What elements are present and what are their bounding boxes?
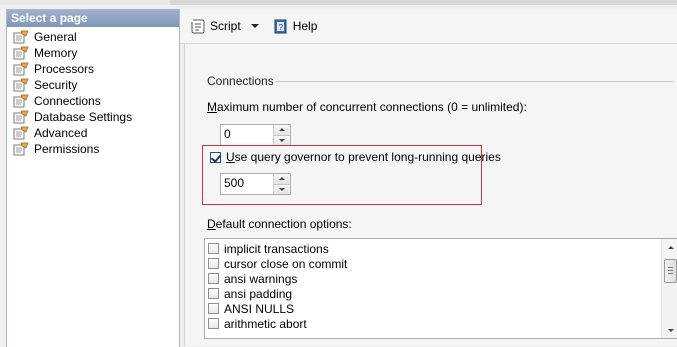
sidebar-item-permissions[interactable]: Permissions <box>7 141 179 157</box>
sidebar-item-label: General <box>34 30 77 44</box>
help-label: Help <box>292 19 318 33</box>
option-label: ansi padding <box>224 286 293 301</box>
page-wrench-icon <box>13 110 29 124</box>
sidebar-item-label: Security <box>34 78 78 92</box>
default-connection-options-list[interactable]: implicit transactions cursor close on co… <box>204 238 677 339</box>
page-list: General Memory Processors Security Conne… <box>7 29 179 157</box>
scroll-down-icon[interactable] <box>662 322 677 338</box>
page-wrench-icon <box>13 62 29 76</box>
connections-section-title: Connections <box>207 74 274 88</box>
list-item[interactable]: ansi padding <box>205 286 677 301</box>
sidebar-item-database-settings[interactable]: Database Settings <box>7 109 179 125</box>
query-governor-value[interactable]: 500 <box>221 174 273 194</box>
option-checkbox[interactable] <box>208 243 219 254</box>
option-label: ANSI NULLS <box>224 301 295 316</box>
list-item[interactable]: ansi warnings <box>205 271 677 286</box>
script-dropdown-arrow[interactable] <box>250 24 259 28</box>
sidebar-item-connections[interactable]: Connections <box>7 93 179 109</box>
sidebar-item-label: Permissions <box>34 142 100 156</box>
default-options-label: Default connection options: <box>207 217 352 231</box>
query-governor-spinner[interactable]: 500 <box>220 173 291 195</box>
option-label: cursor close on commit <box>224 256 348 271</box>
sidebar-item-label: Advanced <box>34 126 88 140</box>
svg-text:?: ? <box>278 23 283 32</box>
option-checkbox[interactable] <box>208 318 219 329</box>
max-connections-value[interactable]: 0 <box>221 125 273 145</box>
query-governor-checkbox[interactable] <box>210 151 221 163</box>
list-item[interactable]: ANSI NULLS <box>205 301 677 316</box>
sidebar-item-processors[interactable]: Processors <box>7 61 179 77</box>
list-item[interactable]: cursor close on commit <box>205 256 677 271</box>
option-label: implicit transactions <box>224 241 329 256</box>
window-top-strip <box>0 0 677 5</box>
option-checkbox[interactable] <box>208 273 219 284</box>
toolbar: Script ? Help <box>180 9 677 44</box>
query-governor-option[interactable]: Use query governor to prevent long-runni… <box>210 150 501 164</box>
spinner-up-button[interactable] <box>274 125 290 135</box>
script-label: Script <box>210 19 241 33</box>
page-content-pane: Script ? Help Connections Maximum number… <box>180 9 677 346</box>
page-wrench-icon <box>13 126 29 140</box>
section-divider <box>276 81 674 82</box>
option-checkbox[interactable] <box>208 258 219 269</box>
connections-panel: Connections Maximum number of concurrent… <box>184 44 677 346</box>
sidebar-item-security[interactable]: Security <box>7 77 179 93</box>
spinner-down-button[interactable] <box>274 134 290 145</box>
option-checkbox[interactable] <box>208 303 219 314</box>
option-checkbox[interactable] <box>208 288 219 299</box>
option-label: ansi warnings <box>224 271 298 286</box>
help-button[interactable]: ? Help <box>271 15 320 37</box>
page-selector-pane: Select a page General Memory Processors … <box>6 9 180 347</box>
script-icon <box>190 18 210 34</box>
scroll-up-icon[interactable] <box>662 239 677 255</box>
sidebar-item-memory[interactable]: Memory <box>7 45 179 61</box>
sidebar-item-label: Database Settings <box>34 110 133 124</box>
options-scrollbar[interactable] <box>661 239 677 338</box>
option-label: arithmetic abort <box>224 316 307 331</box>
sidebar-item-label: Connections <box>34 94 101 108</box>
sidebar-item-label: Processors <box>34 62 95 76</box>
max-connections-label: Maximum number of concurrent connections… <box>207 100 527 114</box>
list-item[interactable]: implicit transactions <box>205 241 677 256</box>
help-book-icon: ? <box>273 18 293 34</box>
spinner-down-button[interactable] <box>274 183 290 194</box>
max-connections-spinner[interactable]: 0 <box>220 124 291 146</box>
query-governor-label: Use query governor to prevent long-runni… <box>226 150 501 164</box>
scrollbar-thumb[interactable] <box>664 259 677 283</box>
spinner-up-button[interactable] <box>274 174 290 184</box>
sidebar-item-advanced[interactable]: Advanced <box>7 125 179 141</box>
page-wrench-icon <box>13 46 29 60</box>
page-wrench-icon <box>13 142 29 156</box>
page-wrench-icon <box>13 78 29 92</box>
page-wrench-icon <box>13 30 29 44</box>
list-item[interactable]: arithmetic abort <box>205 316 677 331</box>
script-button[interactable]: Script <box>188 15 243 37</box>
page-wrench-icon <box>13 94 29 108</box>
sidebar-item-general[interactable]: General <box>7 29 179 45</box>
page-selector-header: Select a page <box>7 10 179 27</box>
sidebar-item-label: Memory <box>34 46 78 60</box>
